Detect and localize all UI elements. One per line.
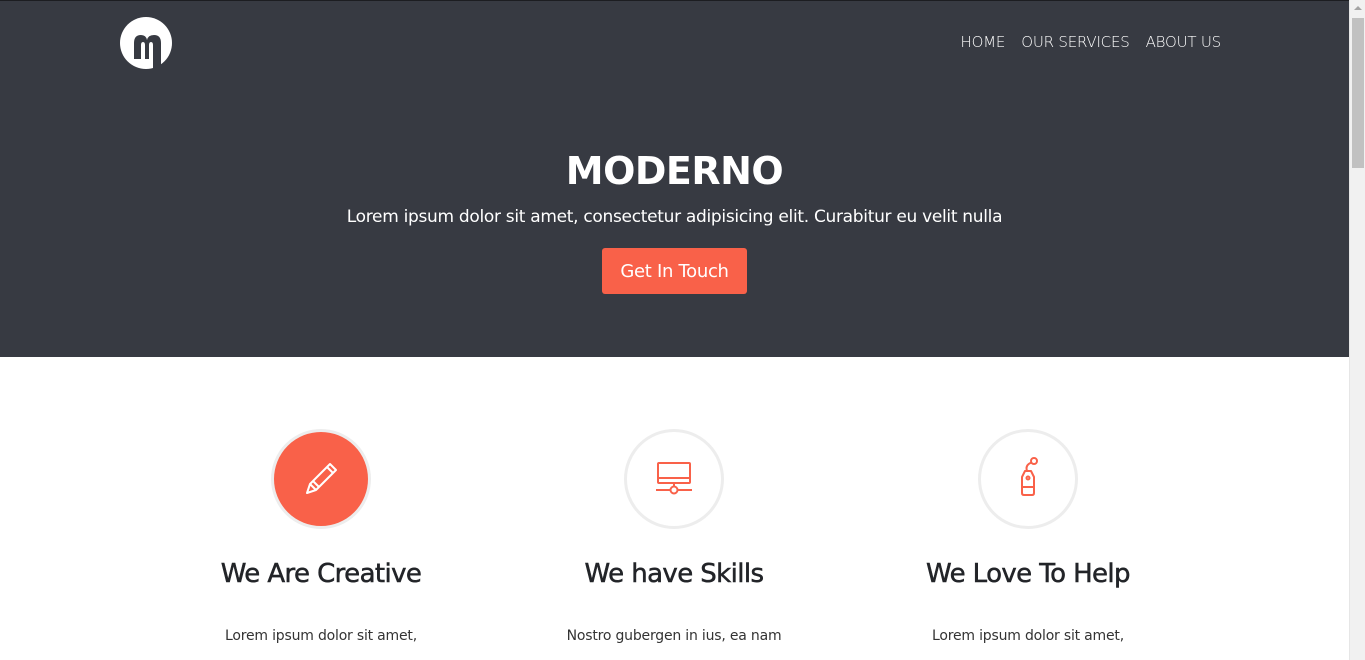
vertical-scrollbar[interactable] xyxy=(1349,0,1365,660)
feature-text: Lorem ipsum dolor sit amet, xyxy=(932,628,1124,644)
feature-icon-circle[interactable] xyxy=(271,429,371,529)
feature-text: Lorem ipsum dolor sit amet, xyxy=(225,628,417,644)
feature-title: We have Skills xyxy=(584,559,764,590)
hero-section: HOME OUR SERVICES ABOUT US MODERNO Lorem… xyxy=(0,0,1349,357)
get-in-touch-button[interactable]: Get In Touch xyxy=(602,248,747,294)
nav-about-us[interactable]: ABOUT US xyxy=(1146,33,1222,51)
scrollbar-thumb[interactable] xyxy=(1352,18,1364,168)
monitor-network-icon xyxy=(656,462,692,495)
feature-help: We Love To Help Lorem ipsum dolor sit am… xyxy=(858,429,1198,647)
nav-our-services[interactable]: OUR SERVICES xyxy=(1021,33,1130,51)
feature-creative: We Are Creative Lorem ipsum dolor sit am… xyxy=(151,429,491,647)
hero-title: MODERNO xyxy=(565,149,784,193)
feature-skills: We have Skills Nostro gubergen in ius, e… xyxy=(504,429,844,647)
hero-subtitle: Lorem ipsum dolor sit amet, consectetur … xyxy=(346,207,1003,227)
tag-icon xyxy=(1021,457,1038,496)
pencil-icon xyxy=(306,463,337,494)
page: HOME OUR SERVICES ABOUT US MODERNO Lorem… xyxy=(0,0,1349,660)
nav-home[interactable]: HOME xyxy=(961,33,1006,51)
feature-icon-circle[interactable] xyxy=(978,429,1078,529)
feature-icon-circle[interactable] xyxy=(624,429,724,529)
moderno-m-logo-icon xyxy=(134,35,161,69)
scroll-up-arrow-icon[interactable] xyxy=(1350,0,1365,16)
feature-text: Nostro gubergen in ius, ea nam xyxy=(566,628,782,644)
feature-title: We Are Creative xyxy=(220,559,422,590)
main-nav: HOME OUR SERVICES ABOUT US xyxy=(961,33,1222,51)
feature-title: We Love To Help xyxy=(926,559,1131,590)
logo[interactable] xyxy=(120,17,172,69)
